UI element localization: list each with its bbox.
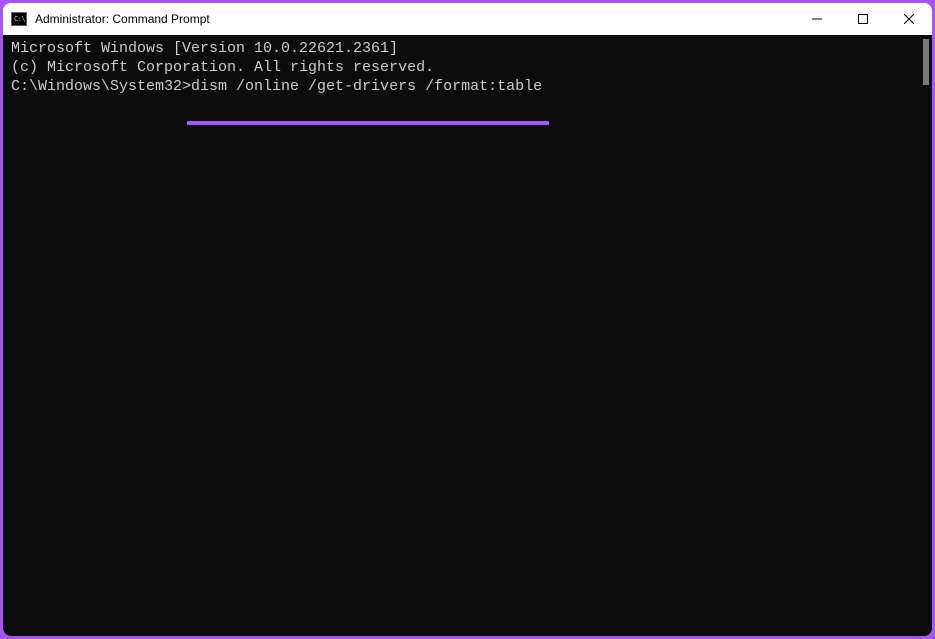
terminal-line-version: Microsoft Windows [Version 10.0.22621.23… — [11, 39, 924, 58]
terminal-content: Microsoft Windows [Version 10.0.22621.23… — [11, 39, 924, 96]
close-icon — [904, 14, 914, 24]
minimize-icon — [812, 14, 822, 24]
maximize-icon — [858, 14, 868, 24]
terminal-command: dism /online /get-drivers /format:table — [191, 78, 542, 95]
cmd-icon: C:\ — [11, 11, 27, 27]
close-button[interactable] — [886, 3, 932, 35]
titlebar-controls — [794, 3, 932, 35]
command-highlight-underline — [187, 121, 549, 125]
titlebar[interactable]: C:\ Administrator: Command Prompt — [3, 3, 932, 35]
terminal-prompt: C:\Windows\System32> — [11, 78, 191, 95]
minimize-button[interactable] — [794, 3, 840, 35]
terminal-line-copyright: (c) Microsoft Corporation. All rights re… — [11, 58, 924, 77]
window-frame: C:\ Administrator: Command Prompt — [3, 3, 932, 636]
window-title: Administrator: Command Prompt — [35, 12, 210, 26]
cmd-icon-text: C:\ — [14, 16, 25, 23]
maximize-button[interactable] — [840, 3, 886, 35]
terminal-area[interactable]: Microsoft Windows [Version 10.0.22621.23… — [3, 35, 932, 636]
scrollbar-track[interactable] — [916, 35, 932, 636]
scrollbar-thumb[interactable] — [923, 39, 929, 85]
terminal-prompt-line: C:\Windows\System32>dism /online /get-dr… — [11, 77, 542, 96]
